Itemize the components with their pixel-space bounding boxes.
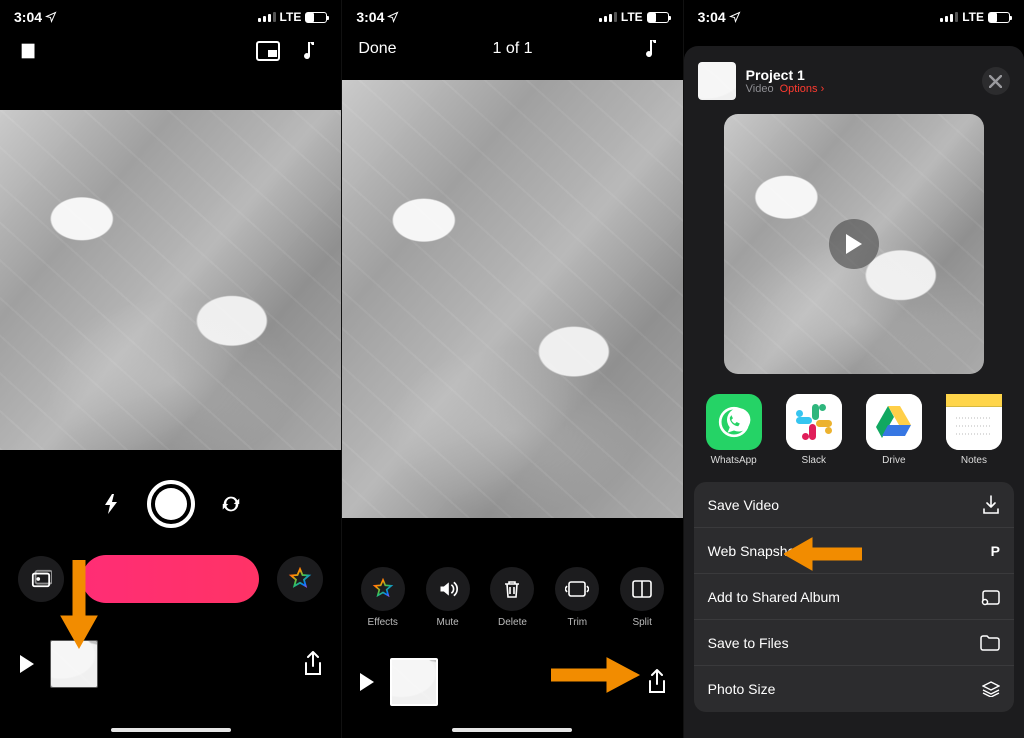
project-title: Project 1 <box>746 67 825 83</box>
network-label: LTE <box>280 10 302 24</box>
clip-counter: 1 of 1 <box>492 40 532 58</box>
play-button[interactable] <box>18 654 36 674</box>
screen-camera: 3:04 LTE <box>0 0 341 738</box>
pip-icon[interactable] <box>255 38 281 64</box>
tool-label: Delete <box>498 617 527 628</box>
battery-icon <box>647 12 669 23</box>
status-bar: 3:04 LTE <box>684 0 1024 28</box>
action-photo-size[interactable]: Photo Size <box>694 666 1014 712</box>
location-icon <box>729 11 741 23</box>
filter-icon[interactable] <box>16 38 42 64</box>
annotation-arrow-right <box>551 656 641 694</box>
status-time: 3:04 <box>356 9 384 25</box>
music-icon[interactable] <box>641 36 667 62</box>
action-shared-album[interactable]: Add to Shared Album <box>694 574 1014 620</box>
effects-star-button[interactable] <box>277 556 323 602</box>
flash-button[interactable] <box>97 490 125 518</box>
share-app-drive[interactable]: Drive <box>862 394 926 466</box>
status-time: 3:04 <box>14 9 42 25</box>
signal-icon <box>940 12 958 22</box>
shutter-button[interactable] <box>147 480 195 528</box>
status-bar: 3:04 LTE <box>0 0 341 28</box>
sheet-thumbnail <box>698 62 736 100</box>
tool-mute[interactable]: Mute <box>426 567 470 628</box>
signal-icon <box>599 12 617 22</box>
edit-toolbar: Effects Mute Delete Trim Split <box>342 567 682 628</box>
play-button[interactable] <box>358 672 376 692</box>
album-icon <box>980 588 1000 606</box>
action-label: Save Video <box>708 497 779 513</box>
media-type: Video <box>746 83 774 95</box>
video-preview[interactable] <box>724 114 984 374</box>
screen-share-sheet: 3:04 LTE Project 1 Video Options › <box>683 0 1024 738</box>
screen-editor: 3:04 LTE Done 1 of 1 Effects Mute <box>341 0 682 738</box>
location-icon <box>45 11 57 23</box>
app-label: Notes <box>961 455 987 466</box>
annotation-arrow-left <box>784 537 862 571</box>
share-apps-row: WhatsApp Slack <box>684 384 1024 482</box>
options-link[interactable]: Options › <box>780 83 825 95</box>
share-app-notes[interactable]: Notes <box>942 394 1006 466</box>
share-sheet: Project 1 Video Options › WhatsApp <box>684 46 1024 738</box>
battery-icon <box>305 12 327 23</box>
tool-label: Effects <box>368 617 398 628</box>
signal-icon <box>258 12 276 22</box>
location-icon <box>387 11 399 23</box>
share-actions: Save Video Web Snapshot P Add to Shared … <box>694 482 1014 712</box>
status-time: 3:04 <box>698 9 726 25</box>
tool-label: Trim <box>568 617 588 628</box>
share-app-slack[interactable]: Slack <box>782 394 846 466</box>
home-indicator <box>452 728 572 732</box>
status-bar: 3:04 LTE <box>342 0 682 28</box>
layers-icon <box>982 681 1000 697</box>
tool-label: Mute <box>436 617 458 628</box>
clip-preview <box>342 80 682 518</box>
tool-effects[interactable]: Effects <box>361 567 405 628</box>
home-indicator <box>111 728 231 732</box>
close-button[interactable] <box>982 67 1010 95</box>
action-label: Save to Files <box>708 635 789 651</box>
battery-icon <box>988 12 1010 23</box>
share-button[interactable] <box>647 669 667 695</box>
record-button[interactable] <box>82 555 259 603</box>
tool-split[interactable]: Split <box>620 567 664 628</box>
folder-icon <box>980 635 1000 651</box>
network-label: LTE <box>962 10 984 24</box>
play-icon <box>829 219 879 269</box>
app-label: Drive <box>882 455 905 466</box>
music-icon[interactable] <box>299 38 325 64</box>
share-button[interactable] <box>303 651 323 677</box>
p-icon: P <box>991 543 1000 559</box>
download-icon <box>982 495 1000 515</box>
tool-delete[interactable]: Delete <box>490 567 534 628</box>
app-label: WhatsApp <box>711 455 757 466</box>
action-save-files[interactable]: Save to Files <box>694 620 1014 666</box>
action-label: Photo Size <box>708 681 776 697</box>
done-button[interactable]: Done <box>358 40 396 58</box>
network-label: LTE <box>621 10 643 24</box>
action-label: Add to Shared Album <box>708 589 840 605</box>
clip-thumbnail[interactable] <box>390 658 438 706</box>
share-app-whatsapp[interactable]: WhatsApp <box>702 394 766 466</box>
switch-camera-button[interactable] <box>217 490 245 518</box>
tool-trim[interactable]: Trim <box>555 567 599 628</box>
viewfinder <box>0 110 341 450</box>
tool-label: Split <box>632 617 651 628</box>
action-save-video[interactable]: Save Video <box>694 482 1014 528</box>
gallery-button[interactable] <box>18 556 64 602</box>
app-label: Slack <box>802 455 826 466</box>
annotation-arrow-down <box>59 560 99 650</box>
